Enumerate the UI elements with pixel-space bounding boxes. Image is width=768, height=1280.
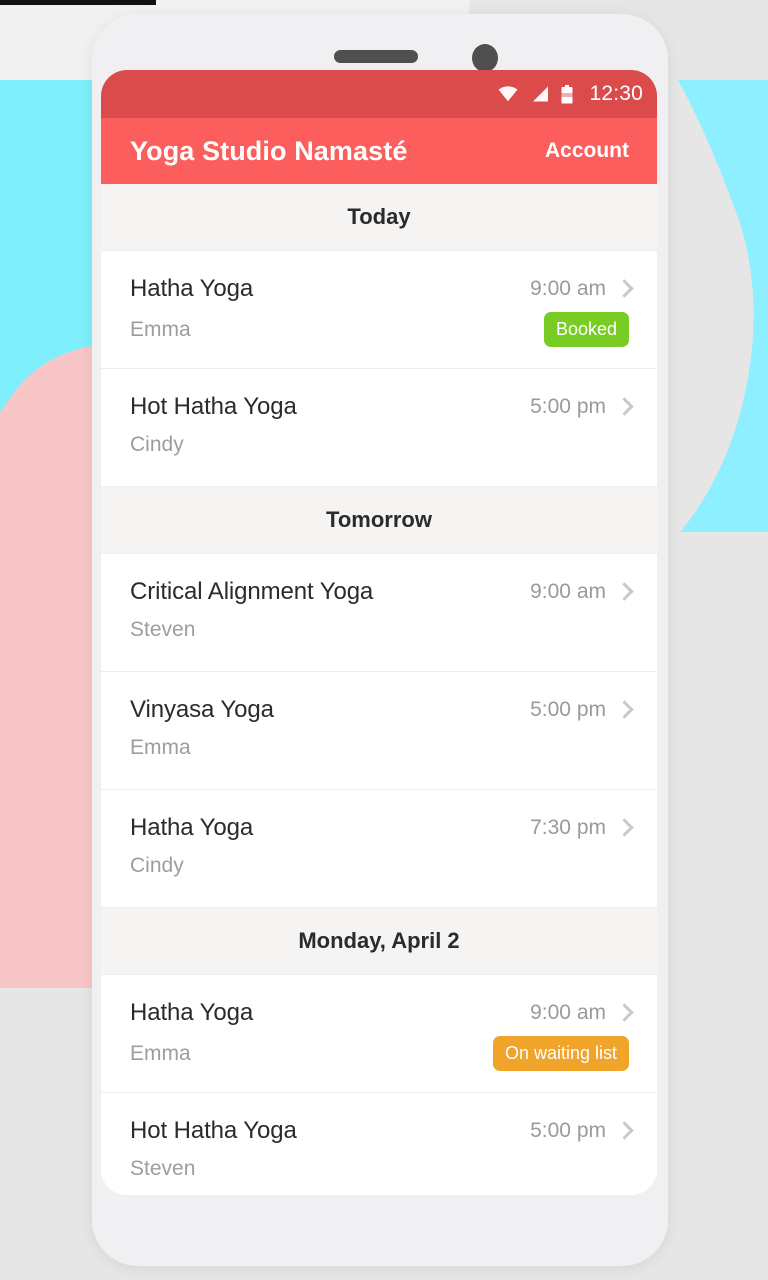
chevron-right-icon[interactable] bbox=[618, 701, 629, 720]
section-header: Today bbox=[101, 184, 657, 251]
chevron-right-icon[interactable] bbox=[618, 398, 629, 417]
class-list-row[interactable]: Hot Hatha Yoga 5:00 pm Steven bbox=[101, 1093, 657, 1195]
class-name: Hatha Yoga bbox=[130, 999, 254, 1026]
chevron-right-icon[interactable] bbox=[618, 1122, 629, 1141]
row-trailing-group: 5:00 pm bbox=[530, 395, 629, 419]
row-secondary-line: Cindy bbox=[130, 430, 629, 460]
row-primary-line: Hatha Yoga 9:00 am bbox=[130, 999, 629, 1027]
class-list-row[interactable]: Hatha Yoga 9:00 am Emma Booked bbox=[101, 251, 657, 369]
page-canvas: 12:30 Yoga Studio Namasté Account Today H… bbox=[0, 0, 768, 1280]
class-list-row[interactable]: Hot Hatha Yoga 5:00 pm Cindy bbox=[101, 369, 657, 487]
status-bar-clock: 12:30 bbox=[589, 82, 643, 105]
account-button[interactable]: Account bbox=[545, 139, 629, 163]
class-name: Hot Hatha Yoga bbox=[130, 393, 297, 420]
row-trailing-group: 9:00 am bbox=[530, 1001, 629, 1025]
phone-front-camera bbox=[472, 44, 498, 72]
class-time: 7:30 pm bbox=[530, 816, 606, 839]
row-primary-line: Hatha Yoga 7:30 pm bbox=[130, 814, 629, 842]
row-primary-line: Critical Alignment Yoga 9:00 am bbox=[130, 578, 629, 606]
class-time: 5:00 pm bbox=[530, 395, 606, 418]
app-title: Yoga Studio Namasté bbox=[130, 135, 408, 166]
class-name: Hot Hatha Yoga bbox=[130, 1117, 297, 1144]
row-secondary-line: Emma Booked bbox=[130, 312, 629, 347]
chevron-right-icon[interactable] bbox=[618, 1004, 629, 1023]
class-name: Critical Alignment Yoga bbox=[130, 578, 374, 605]
row-trailing-group: 7:30 pm bbox=[530, 816, 629, 840]
wifi-icon bbox=[498, 86, 518, 102]
status-bar: 12:30 bbox=[101, 70, 657, 118]
row-primary-line: Hot Hatha Yoga 5:00 pm bbox=[130, 1117, 629, 1145]
class-time: 9:00 am bbox=[530, 277, 606, 300]
phone-screen: 12:30 Yoga Studio Namasté Account Today H… bbox=[101, 70, 657, 1195]
class-name: Hatha Yoga bbox=[130, 275, 254, 302]
background-pink-shape bbox=[0, 340, 106, 988]
row-secondary-line: Cindy bbox=[130, 851, 629, 881]
class-list-row[interactable]: Hatha Yoga 7:30 pm Cindy bbox=[101, 790, 657, 908]
row-trailing-group: 9:00 am bbox=[530, 277, 629, 301]
class-list-row[interactable]: Vinyasa Yoga 5:00 pm Emma bbox=[101, 672, 657, 790]
row-secondary-line: Emma On waiting list bbox=[130, 1036, 629, 1071]
row-secondary-line: Steven bbox=[130, 1154, 629, 1184]
class-time: 5:00 pm bbox=[530, 1119, 606, 1142]
class-teacher: Steven bbox=[130, 1157, 196, 1180]
chevron-right-icon[interactable] bbox=[618, 583, 629, 602]
class-teacher: Emma bbox=[130, 317, 191, 341]
row-trailing-group: 9:00 am bbox=[530, 580, 629, 604]
class-list-row[interactable]: Hatha Yoga 9:00 am Emma On waiting list bbox=[101, 975, 657, 1093]
chevron-right-icon[interactable] bbox=[618, 819, 629, 838]
status-badge: Booked bbox=[543, 312, 629, 347]
class-time: 9:00 am bbox=[530, 1001, 606, 1024]
app-bar: Yoga Studio Namasté Account bbox=[101, 118, 657, 184]
phone-speaker-grille bbox=[334, 50, 418, 63]
status-bar-icons: 12:30 bbox=[498, 82, 643, 106]
class-time: 9:00 am bbox=[530, 580, 606, 603]
class-teacher: Cindy bbox=[130, 854, 184, 877]
cellular-signal-icon bbox=[530, 86, 549, 102]
class-name: Vinyasa Yoga bbox=[130, 696, 274, 723]
class-time: 5:00 pm bbox=[530, 698, 606, 721]
background-cyan-shape-right bbox=[678, 80, 768, 532]
row-primary-line: Vinyasa Yoga 5:00 pm bbox=[130, 696, 629, 724]
section-header: Monday, April 2 bbox=[101, 908, 657, 975]
row-primary-line: Hot Hatha Yoga 5:00 pm bbox=[130, 393, 629, 421]
row-secondary-line: Steven bbox=[130, 615, 629, 645]
class-list-row[interactable]: Critical Alignment Yoga 9:00 am Steven bbox=[101, 554, 657, 672]
battery-icon bbox=[561, 84, 573, 104]
status-badge: On waiting list bbox=[492, 1036, 629, 1071]
class-schedule-list[interactable]: Today Hatha Yoga 9:00 am Emma Booked Hot Hath… bbox=[101, 184, 657, 1195]
class-teacher: Emma bbox=[130, 736, 191, 759]
section-header: Tomorrow bbox=[101, 487, 657, 554]
class-teacher: Steven bbox=[130, 618, 196, 641]
row-trailing-group: 5:00 pm bbox=[530, 1119, 629, 1143]
background-top-strip bbox=[0, 0, 156, 5]
row-primary-line: Hatha Yoga 9:00 am bbox=[130, 275, 629, 303]
chevron-right-icon[interactable] bbox=[618, 280, 629, 299]
row-secondary-line: Emma bbox=[130, 733, 629, 763]
class-name: Hatha Yoga bbox=[130, 814, 254, 841]
row-trailing-group: 5:00 pm bbox=[530, 698, 629, 722]
class-teacher: Cindy bbox=[130, 433, 184, 456]
class-teacher: Emma bbox=[130, 1041, 191, 1065]
